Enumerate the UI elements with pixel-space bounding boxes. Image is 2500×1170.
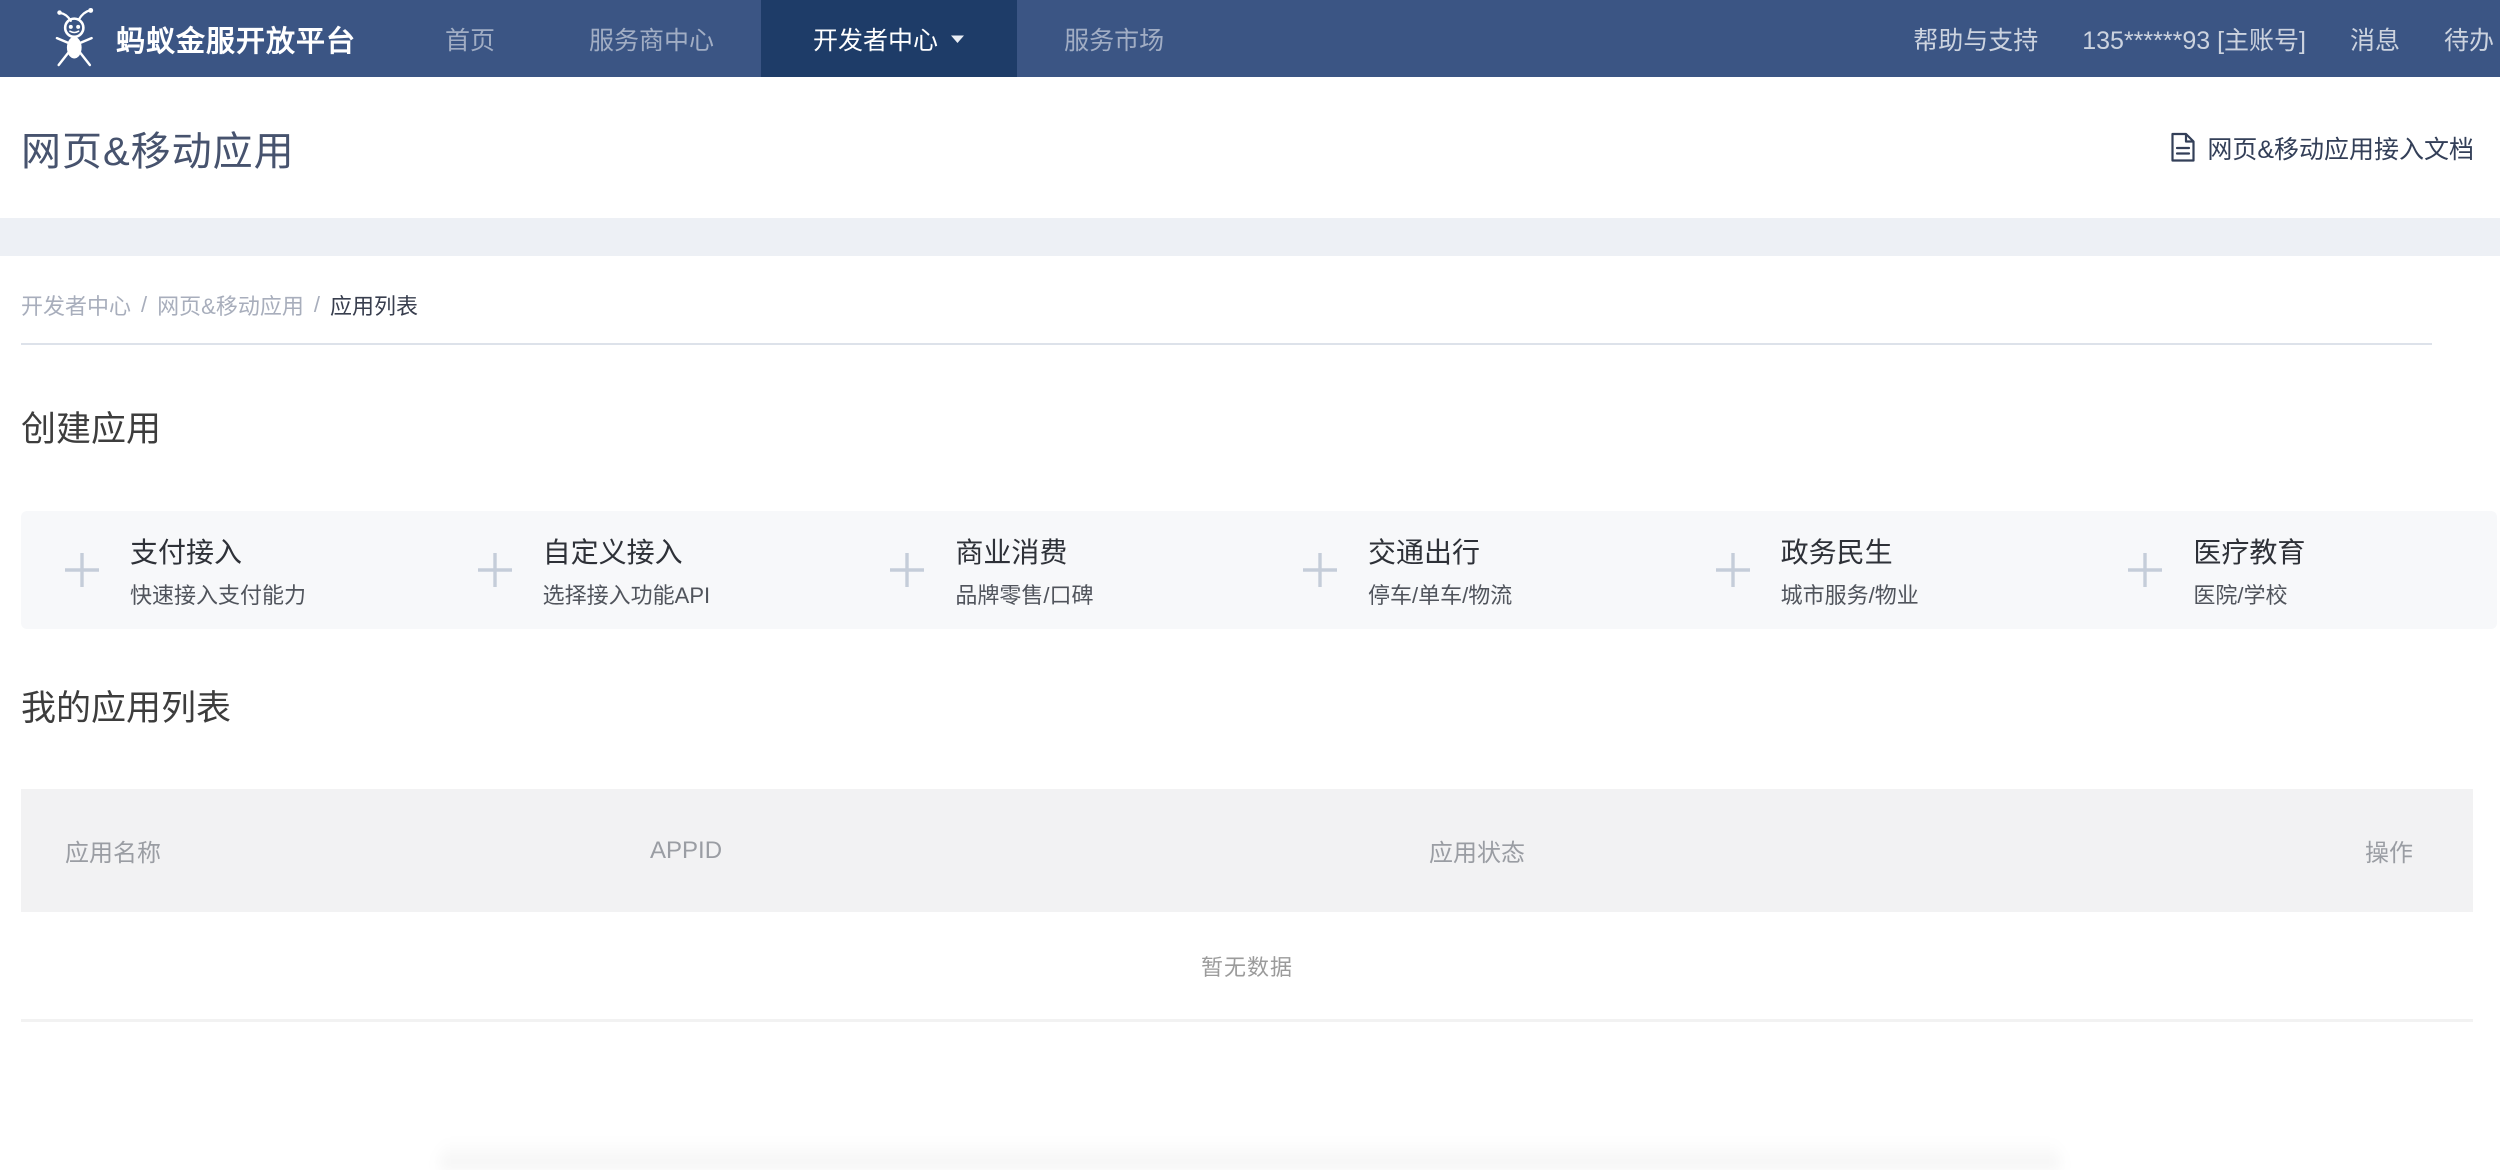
card-subtitle: 城市服务/物业 [1781, 578, 1919, 610]
breadcrumb-web-mobile-app[interactable]: 网页&移动应用 [157, 289, 304, 321]
card-title: 自定义接入 [543, 531, 710, 571]
card-title: 商业消费 [955, 531, 1093, 571]
chevron-down-icon [950, 34, 965, 44]
breadcrumb-developer-center[interactable]: 开发者中心 [21, 289, 131, 321]
table-empty-state: 暂无数据 [21, 912, 2473, 1019]
app-table: 应用名称 APPID 应用状态 操作 暂无数据 [21, 789, 2473, 1022]
card-commerce[interactable]: 商业消费 品牌零售/口碑 [846, 511, 1259, 629]
main-content: 开发者中心 / 网页&移动应用 / 应用列表 创建应用 支付接入 快速接入支付能… [0, 289, 2500, 1022]
doc-link[interactable]: 网页&移动应用接入文档 [2170, 130, 2474, 166]
plus-icon [475, 550, 515, 590]
card-government[interactable]: 政务民生 城市服务/物业 [1672, 511, 2085, 629]
card-subtitle: 医院/学校 [2193, 578, 2305, 610]
nav-item-home[interactable]: 首页 [398, 0, 542, 77]
create-app-panel: 支付接入 快速接入支付能力 自定义接入 选择接入功能API 商业消费 品牌零售/… [21, 511, 2497, 629]
breadcrumb-separator: / [141, 292, 147, 318]
my-app-list-heading: 我的应用列表 [21, 680, 2500, 731]
nav-item-service-market[interactable]: 服务市场 [1017, 0, 1211, 77]
plus-icon [1713, 550, 1753, 590]
page-header: 网页&移动应用 网页&移动应用接入文档 [0, 77, 2500, 218]
card-subtitle: 品牌零售/口碑 [955, 578, 1093, 610]
column-app-status: 应用状态 [1429, 833, 2253, 868]
brand-title: 蚂蚁金服开放平台 [116, 18, 356, 60]
breadcrumb-divider [21, 343, 2432, 345]
document-icon [2170, 132, 2196, 163]
todo-link[interactable]: 待办 [2422, 21, 2496, 57]
card-medical-education[interactable]: 医疗教育 医院/学校 [2084, 511, 2497, 629]
card-title: 医疗教育 [2193, 531, 2305, 571]
brand-link[interactable]: 蚂蚁金服开放平台 [0, 0, 356, 77]
card-subtitle: 快速接入支付能力 [130, 578, 306, 610]
breadcrumb-separator: / [314, 292, 320, 318]
doc-link-label: 网页&移动应用接入文档 [2207, 130, 2474, 166]
card-title: 支付接入 [130, 531, 306, 571]
column-appid: APPID [650, 837, 1429, 865]
card-custom-access[interactable]: 自定义接入 选择接入功能API [434, 511, 847, 629]
nav-item-partner-center[interactable]: 服务商中心 [542, 0, 761, 77]
card-subtitle: 停车/单车/物流 [1368, 578, 1512, 610]
footer-shadow [440, 1140, 2060, 1170]
page-title: 网页&移动应用 [21, 119, 295, 177]
card-subtitle: 选择接入功能API [543, 578, 710, 610]
breadcrumb: 开发者中心 / 网页&移动应用 / 应用列表 [21, 289, 2500, 321]
breadcrumb-app-list: 应用列表 [330, 289, 418, 321]
subheader-band [0, 218, 2500, 256]
card-title: 交通出行 [1368, 531, 1512, 571]
plus-icon [1300, 550, 1340, 590]
plus-icon [2125, 550, 2165, 590]
create-app-heading: 创建应用 [21, 401, 2500, 452]
empty-text: 暂无数据 [1201, 950, 1293, 982]
card-payment-access[interactable]: 支付接入 快速接入支付能力 [21, 511, 434, 629]
card-title: 政务民生 [1781, 531, 1919, 571]
plus-icon [62, 550, 102, 590]
account-menu[interactable]: 135******93 [主账号] [2060, 21, 2328, 57]
top-navbar: 蚂蚁金服开放平台 首页 服务商中心 开发者中心 服务市场 帮助与支持 135**… [0, 0, 2500, 77]
messages-link[interactable]: 消息 [2328, 21, 2422, 57]
ant-logo-icon [50, 6, 102, 72]
navbar-right: 帮助与支持 135******93 [主账号] 消息 待办 [1891, 0, 2500, 77]
nav-item-developer-center[interactable]: 开发者中心 [761, 0, 1017, 77]
main-nav: 首页 服务商中心 开发者中心 服务市场 [398, 0, 1211, 77]
column-actions: 操作 [2253, 833, 2413, 868]
help-support-link[interactable]: 帮助与支持 [1891, 21, 2060, 57]
app-table-header: 应用名称 APPID 应用状态 操作 [21, 789, 2473, 912]
plus-icon [887, 550, 927, 590]
table-bottom-divider [21, 1019, 2473, 1022]
column-app-name: 应用名称 [65, 833, 650, 868]
card-transport[interactable]: 交通出行 停车/单车/物流 [1259, 511, 1672, 629]
